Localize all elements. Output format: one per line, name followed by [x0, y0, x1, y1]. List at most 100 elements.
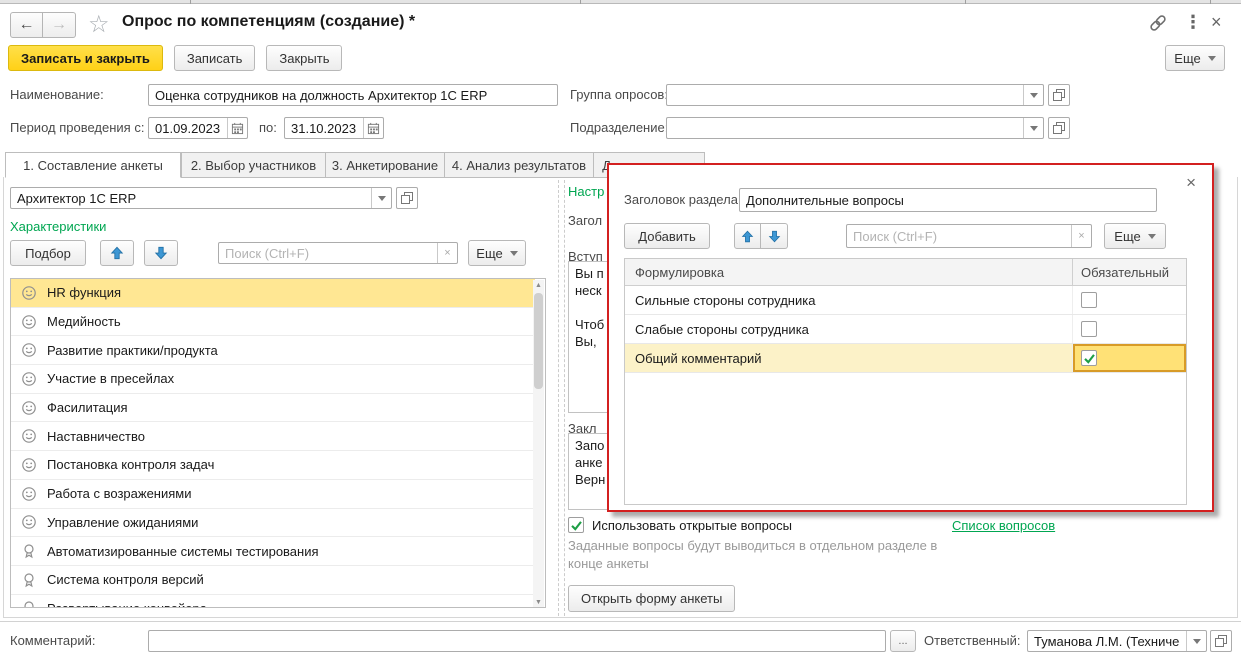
period-to-calendar-button[interactable] [363, 118, 383, 138]
more-button-label: Еще [1114, 229, 1140, 244]
period-to-input[interactable] [285, 118, 363, 138]
table-row[interactable]: Слабые стороны сотрудника [625, 315, 1186, 344]
section-header-input[interactable] [740, 189, 1156, 211]
list-item[interactable]: Фасилитация [11, 394, 535, 423]
group-label: Группа опросов: [570, 84, 668, 106]
tab-results-analysis[interactable]: 4. Анализ результатов [444, 152, 594, 178]
clear-icon: × [444, 247, 450, 259]
department-open-button[interactable] [1048, 117, 1070, 139]
list-item[interactable]: Развертывание конвейера [11, 595, 535, 608]
responsible-dropdown-button[interactable] [1186, 631, 1206, 651]
period-from-input[interactable] [149, 118, 227, 138]
move-down-button[interactable] [144, 240, 178, 266]
dialog-move-down-button[interactable] [761, 223, 788, 249]
dialog-search-clear-button[interactable]: × [1071, 225, 1091, 247]
required-checkbox-checked[interactable] [1081, 350, 1097, 366]
skill-icon [21, 572, 37, 588]
comment-more-button[interactable]: ... [890, 630, 916, 652]
list-item-label: Система контроля версий [47, 572, 204, 587]
characteristics-list: HR функция Медийность Развитие практики/… [10, 278, 546, 608]
competency-icon [21, 486, 37, 502]
name-input[interactable] [149, 85, 557, 105]
group-dropdown-button[interactable] [1023, 85, 1043, 105]
scroll-up-icon[interactable]: ▲ [533, 280, 544, 291]
required-checkbox[interactable] [1081, 321, 1097, 337]
more-button[interactable]: Еще [1165, 45, 1225, 71]
table-row[interactable]: Сильные стороны сотрудника [625, 286, 1186, 315]
list-scrollbar[interactable]: ▲ ▼ [533, 280, 544, 608]
scrollbar-thumb[interactable] [534, 293, 543, 389]
period-label: Период проведения с: [10, 117, 144, 139]
characteristics-more-button[interactable]: Еще [468, 240, 526, 266]
list-item[interactable]: Развитие практики/продукта [11, 336, 535, 365]
position-input[interactable] [11, 188, 371, 208]
list-item[interactable]: HR функция [11, 279, 535, 308]
group-open-button[interactable] [1048, 84, 1070, 106]
panel-splitter[interactable] [558, 180, 565, 616]
list-item[interactable]: Автоматизированные системы тестирования [11, 537, 535, 566]
list-item[interactable]: Участие в пресейлах [11, 365, 535, 394]
position-dropdown-button[interactable] [371, 188, 391, 208]
period-to-label: по: [259, 117, 277, 139]
calendar-icon [367, 122, 380, 135]
dialog-move-up-button[interactable] [734, 223, 761, 249]
kebab-menu-icon[interactable]: ⋮ [1184, 12, 1202, 33]
window-close-icon[interactable]: × [1211, 12, 1222, 33]
list-item-label: Фасилитация [47, 400, 128, 415]
tab-label: 1. Составление анкеты [23, 158, 163, 173]
forward-button[interactable]: → [43, 12, 76, 38]
caret-down-icon [1208, 56, 1216, 61]
department-input[interactable] [667, 118, 1023, 138]
close-button[interactable]: Закрыть [266, 45, 342, 71]
list-item-label: Автоматизированные системы тестирования [47, 544, 319, 559]
save-and-close-button[interactable]: Записать и закрыть [8, 45, 163, 71]
list-item-label: Развертывание конвейера [47, 601, 207, 608]
skill-icon [21, 600, 37, 608]
position-open-button[interactable] [396, 187, 418, 209]
dialog-more-button[interactable]: Еще [1104, 223, 1166, 249]
tab-select-participants[interactable]: 2. Выбор участников [181, 152, 326, 178]
open-questions-checkbox[interactable] [568, 517, 584, 533]
list-item[interactable]: Система контроля версий [11, 566, 535, 595]
move-up-button[interactable] [100, 240, 134, 266]
more-button-label: Еще [1174, 51, 1200, 66]
question-text: Слабые стороны сотрудника [625, 315, 1073, 343]
search-clear-button[interactable]: × [437, 243, 457, 263]
scroll-down-icon[interactable]: ▼ [533, 597, 544, 608]
competency-icon [21, 342, 37, 358]
link-icon[interactable] [1148, 13, 1168, 33]
open-questionnaire-form-button[interactable]: Открыть форму анкеты [568, 585, 735, 612]
group-input[interactable] [667, 85, 1023, 105]
search-input[interactable] [219, 243, 437, 263]
table-row-selected[interactable]: Общий комментарий [625, 344, 1186, 373]
save-button[interactable]: Записать [174, 45, 256, 71]
department-dropdown-button[interactable] [1023, 118, 1043, 138]
list-item[interactable]: Постановка контроля задач [11, 451, 535, 480]
tab-compose-questionnaire[interactable]: 1. Составление анкеты [5, 152, 181, 178]
responsible-input[interactable] [1028, 631, 1186, 651]
responsible-open-button[interactable] [1210, 630, 1232, 652]
questions-list-link[interactable]: Список вопросов [952, 518, 1055, 533]
favorite-star-icon[interactable]: ☆ [88, 10, 110, 39]
nav-history-group: ← → [10, 12, 76, 38]
competency-icon [21, 514, 37, 530]
add-button[interactable]: Добавить [624, 223, 710, 249]
dialog-close-icon[interactable]: × [1186, 173, 1196, 193]
comment-input[interactable] [149, 631, 885, 651]
back-button[interactable]: ← [10, 12, 43, 38]
dialog-search-field: × [846, 224, 1092, 248]
required-checkbox[interactable] [1081, 292, 1097, 308]
tab-surveying[interactable]: 3. Анкетирование [325, 152, 445, 178]
open-questions-row: Использовать открытые вопросы [568, 517, 792, 533]
list-item-label: Наставничество [47, 429, 145, 444]
pick-button[interactable]: Подбор [10, 240, 86, 266]
period-from-calendar-button[interactable] [227, 118, 247, 138]
open-form-icon [401, 192, 413, 204]
list-item[interactable]: Наставничество [11, 422, 535, 451]
dialog-search-input[interactable] [847, 225, 1071, 247]
list-item[interactable]: Медийность [11, 308, 535, 337]
list-item[interactable]: Работа с возражениями [11, 480, 535, 509]
list-item[interactable]: Управление ожиданиями [11, 509, 535, 538]
list-item-label: Развитие практики/продукта [47, 343, 218, 358]
caret-down-icon [1030, 93, 1038, 98]
